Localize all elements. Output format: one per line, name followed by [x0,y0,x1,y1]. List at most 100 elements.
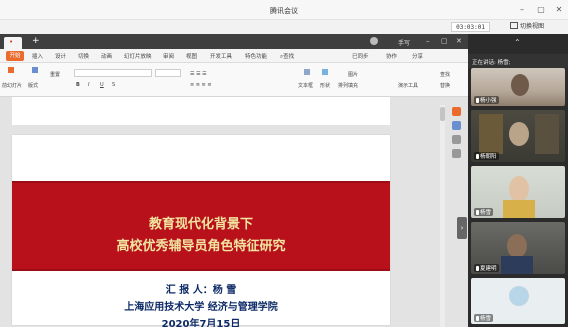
window-title: 腾讯会议 [270,7,298,15]
participant-face [509,176,529,202]
tab-insert[interactable]: 插入 [32,52,43,60]
participant-name: 杨朝阳 [474,152,499,160]
slide-reporter: 汇 报 人：杨 雪 [165,285,237,296]
maximize-icon[interactable]: ▢ [535,4,547,16]
slide-title-line2: 高校优秀辅导员角色特征研究 [116,239,286,254]
participant-tile[interactable]: 杨雪 [471,278,565,324]
search-label: 查找 [283,54,295,60]
tab-start[interactable]: 开始 [6,51,24,61]
underline-icon[interactable]: U [100,82,104,88]
side-tool-icon[interactable] [452,121,461,130]
participant-tile[interactable]: 杨朝阳 [471,110,565,162]
shape-icon[interactable] [322,69,328,75]
find-button[interactable]: 查找 [440,71,450,78]
participant-tile[interactable]: 夏建明 [471,222,565,274]
meeting-toolbar: 03:03:01 切换视图 [0,20,568,34]
meeting-timer: 03:03:01 [451,22,490,32]
wps-close-icon[interactable]: ✕ [456,37,462,45]
title-banner: 教育现代化背景下 高校优秀辅导员角色特征研究 [12,181,390,271]
tab-slideshow[interactable]: 幻灯片放映 [124,52,152,60]
tab-developer[interactable]: 开发工具 [210,52,232,60]
close-tab-icon[interactable]: • [9,38,13,46]
present-tools-button[interactable]: 演示工具 [398,82,418,89]
participant-name: 杨雪 [474,208,494,216]
sync-status[interactable]: 已同步 [352,52,369,60]
participant-name: 杨小强 [474,96,499,104]
slide-affiliation: 上海应用技术大学 经济与管理学院 [124,302,278,313]
reset-button[interactable]: 重置 [50,71,60,78]
bullets-icon[interactable]: ☰ ☰ ☰ [190,71,207,77]
slide-title-line1: 教育现代化背景下 [148,217,253,232]
italic-icon[interactable]: I [88,82,89,88]
wps-ribbon-tabs: 开始 插入 设计 切换 动画 幻灯片放映 审阅 视图 开发工具 特色功能 ⌕查找… [0,49,468,63]
participant-name: 杨雪 [474,314,494,322]
tab-animation[interactable]: 动画 [101,52,112,60]
collab-button[interactable]: 协作 [386,52,397,60]
side-tool-icon[interactable] [452,135,461,144]
side-tool-icon[interactable] [452,149,461,158]
collapse-video-icon[interactable]: ⌃ [514,38,521,47]
text-box-icon[interactable] [304,69,310,75]
meeting-titlebar: 腾讯会议 – ▢ ✕ [0,0,568,20]
layout-button[interactable]: 版式 [28,82,38,89]
participant-face [507,234,527,258]
tab-transition[interactable]: 切换 [78,52,89,60]
arrange-button[interactable]: 排列 [338,82,348,89]
wps-tab-bar: • + 手写 – ▢ ✕ [0,34,468,49]
align-icon[interactable]: ≡ ≡ ≡ ≡ [190,82,212,88]
wps-ribbon-toolbar: 前幻灯片 版式 重置 B I U S ☰ ☰ ☰ ≡ ≡ ≡ ≡ 文本框 形状 … [0,63,468,97]
new-tab-icon[interactable]: + [32,36,40,46]
strikethrough-icon[interactable]: S [112,82,115,88]
participant-name: 夏建明 [474,264,499,272]
font-name-select[interactable] [74,69,152,77]
mic-icon [476,316,479,321]
mic-icon [476,210,479,215]
picture-button[interactable]: 图片 [348,71,358,78]
close-icon[interactable]: ✕ [553,4,565,16]
layout-icon[interactable] [32,67,38,73]
collapse-panel-icon[interactable]: › [457,217,467,239]
minimize-icon[interactable]: – [516,4,528,16]
slide-editor: 教育现代化背景下 高校优秀辅导员角色特征研究 汇 报 人：杨 雪 上海应用技术大… [0,97,468,327]
grid-view-icon [509,22,518,29]
vertical-scrollbar[interactable] [440,105,445,327]
title-slide[interactable]: 教育现代化背景下 高校优秀辅导员角色特征研究 汇 报 人：杨 雪 上海应用技术大… [12,135,390,327]
wps-maximize-icon[interactable]: ▢ [441,37,448,45]
wps-minimize-icon[interactable]: – [426,37,430,45]
video-panel: ⌃ 正在讲话: 杨雪; 杨小强 杨朝阳 杨雪 夏建明 杨雪 [468,34,568,327]
avatar[interactable] [370,37,378,45]
participant-tile[interactable]: 杨小强 [471,68,565,106]
speaking-label: 正在讲话: 杨雪; [472,60,511,66]
slide-date: 2020年7月15日 [161,319,241,327]
tab-design[interactable]: 设计 [55,52,66,60]
text-box-button[interactable]: 文本框 [298,82,313,89]
mic-icon [476,266,479,271]
tab-view[interactable]: 视图 [186,52,197,60]
from-current-button[interactable]: 前幻灯片 [2,82,22,89]
switch-view-button[interactable]: 切换视图 [509,22,544,32]
speaking-indicator: 正在讲话: 杨雪; [468,54,568,68]
side-tool-icon[interactable] [452,107,461,116]
participant-face [509,122,529,146]
play-icon[interactable] [8,67,14,73]
shared-screen: • + 手写 – ▢ ✕ 开始 插入 设计 切换 动画 幻灯片放映 审阅 视图 … [0,34,468,327]
replace-button[interactable]: 替换 [440,82,450,89]
participant-video [501,256,533,274]
avatar [509,286,529,306]
wps-search[interactable]: ⌕查找 [280,52,294,61]
share-button[interactable]: 分享 [412,52,423,60]
fill-button[interactable]: 填充 [348,82,358,89]
participant-video [511,74,529,96]
bookshelf [535,114,559,154]
tab-review[interactable]: 审阅 [163,52,174,60]
participant-video [479,114,503,154]
tab-features[interactable]: 特色功能 [245,52,267,60]
previous-slide-preview[interactable] [12,97,390,125]
participant-tile[interactable]: 杨雪 [471,166,565,218]
wps-document-tab[interactable]: • [4,37,22,49]
shape-button[interactable]: 形状 [320,82,330,89]
bold-icon[interactable]: B [76,82,80,88]
scrollbar-thumb[interactable] [440,107,445,121]
mic-icon [476,154,479,159]
font-size-select[interactable] [155,69,181,77]
